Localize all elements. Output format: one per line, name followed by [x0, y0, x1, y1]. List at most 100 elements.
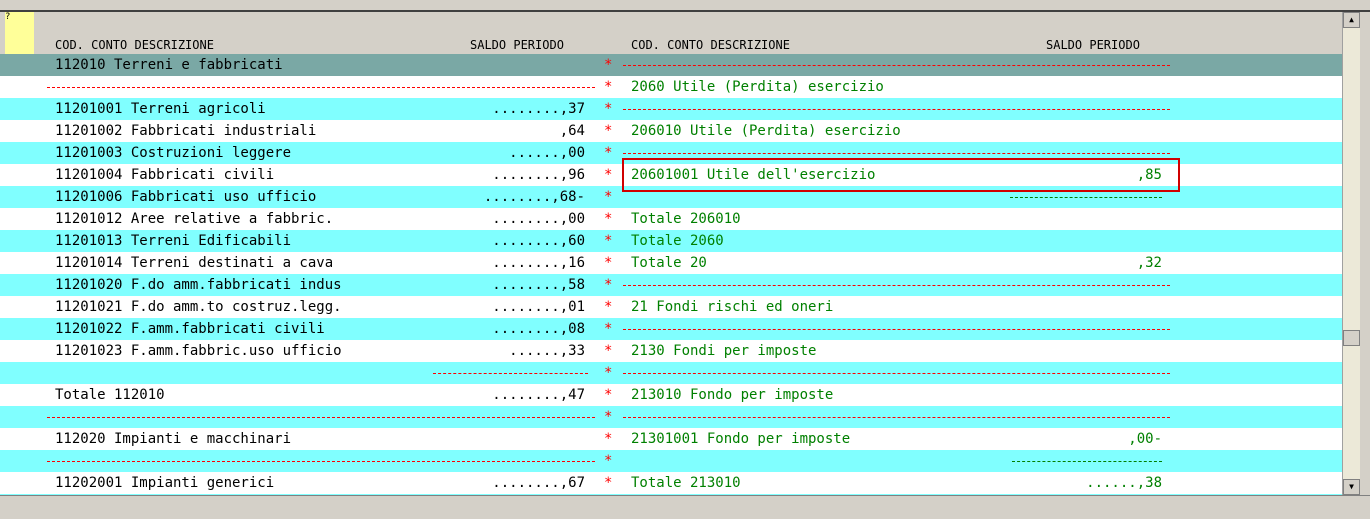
right-subtotal-line: [1010, 197, 1162, 198]
left-balance-cell: ......,00: [509, 145, 585, 161]
right-account-cell: Totale 20: [631, 255, 707, 271]
vertical-scrollbar[interactable]: ▲ ▼: [1342, 12, 1361, 495]
separator-star: *: [604, 79, 613, 95]
table-row[interactable]: 11201014 Terreni destinati a cava.......…: [0, 252, 1342, 274]
table-row[interactable]: 112020 Impianti e macchinari * 21301001 Fo…: [0, 428, 1342, 450]
right-account-cell: 213010 Fondo per imposte: [631, 387, 834, 403]
left-account-cell: 11201012 Aree relative a fabbric.: [55, 211, 334, 227]
table-row[interactable]: 11202001 Impianti generici ........,67 * To…: [0, 472, 1342, 494]
table-row[interactable]: 11201020 F.do amm.fabbricati indus......…: [0, 274, 1342, 296]
left-account-cell: 11202001 Impianti generici: [55, 475, 275, 491]
right-balance-cell: ,00-: [1128, 431, 1162, 447]
scroll-thumb[interactable]: [1343, 330, 1360, 346]
right-dashed-separator: [623, 153, 1170, 154]
scroll-down-button[interactable]: ▼: [1343, 479, 1360, 495]
table-row[interactable]: 11201012 Aree relative a fabbric........…: [0, 208, 1342, 230]
right-account-cell: 2060 Utile (Perdita) esercizio: [631, 79, 884, 95]
left-balance-cell: ........,68-: [483, 189, 585, 205]
separator-star: *: [604, 387, 613, 403]
left-account-cell: 11201021 F.do amm.to costruz.legg.: [55, 299, 342, 315]
right-account-cell: 21 Fondi rischi ed oneri: [631, 299, 834, 315]
top-toolbar: [0, 0, 1370, 12]
left-balance-cell: ........,67: [492, 475, 585, 491]
separator-star: *: [604, 57, 613, 73]
separator-star: *: [604, 167, 613, 183]
separator-star: *: [604, 189, 613, 205]
separator-star: *: [604, 277, 613, 293]
left-dashed-separator: [47, 461, 595, 462]
table-row[interactable]: *: [0, 362, 1342, 384]
triangle-down-icon: ▼: [1349, 482, 1354, 491]
right-account-cell: Totale 2060: [631, 233, 724, 249]
separator-star: *: [604, 365, 613, 381]
scroll-up-button[interactable]: ▲: [1343, 12, 1360, 28]
left-account-cell: 112020 Impianti e macchinari: [55, 431, 292, 447]
header-right-code: COD. CONTO DESCRIZIONE: [631, 38, 790, 52]
triangle-up-icon: ▲: [1349, 15, 1354, 24]
highlight-box: [622, 158, 1180, 192]
separator-star: *: [604, 101, 613, 117]
right-dashed-separator: [623, 373, 1170, 374]
table-row[interactable]: 11201022 F.amm.fabbricati civili........…: [0, 318, 1342, 340]
separator-star: *: [604, 299, 613, 315]
table-row[interactable]: 11201021 F.do amm.to costruz.legg.......…: [0, 296, 1342, 318]
left-balance-cell: ........,96: [492, 167, 585, 183]
separator-star: *: [604, 123, 613, 139]
table-row[interactable]: 11201002 Fabbricati industriali ,64 * 20601…: [0, 120, 1342, 142]
header-right-balance: SALDO PERIODO: [1046, 38, 1140, 52]
left-account-cell: 11201020 F.do amm.fabbricati indus: [55, 277, 342, 293]
right-account-cell: Totale 213010: [631, 475, 741, 491]
left-dashed-separator: [433, 373, 588, 374]
left-balance-cell: ........,37: [492, 101, 585, 117]
table-row[interactable]: 11201023 F.amm.fabbric.uso ufficio......…: [0, 340, 1342, 362]
left-account-cell: 11201004 Fabbricati civili: [55, 167, 275, 183]
left-account-cell: 11201014 Terreni destinati a cava: [55, 255, 334, 271]
grid-header: COD. CONTO DESCRIZIONE SALDO PERIODO COD…: [0, 12, 1342, 54]
left-account-cell: 11201023 F.amm.fabbric.uso ufficio: [55, 343, 342, 359]
left-account-cell: 11201002 Fabbricati industriali: [55, 123, 317, 139]
separator-star: *: [604, 145, 613, 161]
header-left-code: COD. CONTO DESCRIZIONE: [55, 38, 214, 52]
status-bar: [0, 495, 1370, 519]
right-dashed-separator: [623, 65, 1170, 66]
left-dashed-separator: [47, 87, 595, 88]
separator-star: *: [604, 343, 613, 359]
table-row[interactable]: *: [0, 450, 1342, 472]
right-dashed-separator: [623, 417, 1170, 418]
table-row[interactable]: 11201013 Terreni Edificabili ........,60 *…: [0, 230, 1342, 252]
right-account-cell: 2130 Fondi per imposte: [631, 343, 817, 359]
left-balance-cell: ........,58: [492, 277, 585, 293]
account-grid[interactable]: COD. CONTO DESCRIZIONE SALDO PERIODO COD…: [0, 12, 1342, 495]
left-balance-cell: ........,60: [492, 233, 585, 249]
grid-rows: 112010 Terreni e fabbricati * * 2060 Utile …: [0, 54, 1342, 495]
right-account-cell: 206010 Utile (Perdita) esercizio: [631, 123, 901, 139]
table-row[interactable]: *: [0, 406, 1342, 428]
separator-star: *: [604, 453, 613, 469]
left-dashed-separator: [47, 417, 595, 418]
help-label: ?: [5, 12, 11, 22]
table-row[interactable]: Totale 112010 ........,47 * 213010 Fondo pe…: [0, 384, 1342, 406]
left-balance-cell: ........,01: [492, 299, 585, 315]
table-row[interactable]: * 2060 Utile (Perdita) esercizio: [0, 76, 1342, 98]
separator-star: *: [604, 409, 613, 425]
right-balance-cell: ,32: [1136, 255, 1162, 271]
left-balance-cell: ........,47: [492, 387, 585, 403]
separator-star: *: [604, 255, 613, 271]
right-balance-cell: ......,38: [1086, 475, 1162, 491]
left-balance-cell: ........,16: [492, 255, 585, 271]
header-left-balance: SALDO PERIODO: [470, 38, 564, 52]
separator-star: *: [604, 233, 613, 249]
right-panel: [1360, 12, 1370, 495]
separator-star: *: [604, 321, 613, 337]
left-balance-cell: ......,33: [509, 343, 585, 359]
table-row[interactable]: 11201001 Terreni agricoli ........,37 *: [0, 98, 1342, 120]
table-row[interactable]: 112010 Terreni e fabbricati *: [0, 54, 1342, 76]
separator-star: *: [604, 211, 613, 227]
right-dashed-separator: [623, 285, 1170, 286]
help-icon[interactable]: ?: [5, 12, 34, 54]
left-balance-cell: ,64: [559, 123, 585, 139]
left-account-cell: 11201003 Costruzioni leggere: [55, 145, 292, 161]
left-balance-cell: ........,00: [492, 211, 585, 227]
left-account-cell: 112010 Terreni e fabbricati: [55, 57, 283, 73]
left-balance-cell: ........,08: [492, 321, 585, 337]
